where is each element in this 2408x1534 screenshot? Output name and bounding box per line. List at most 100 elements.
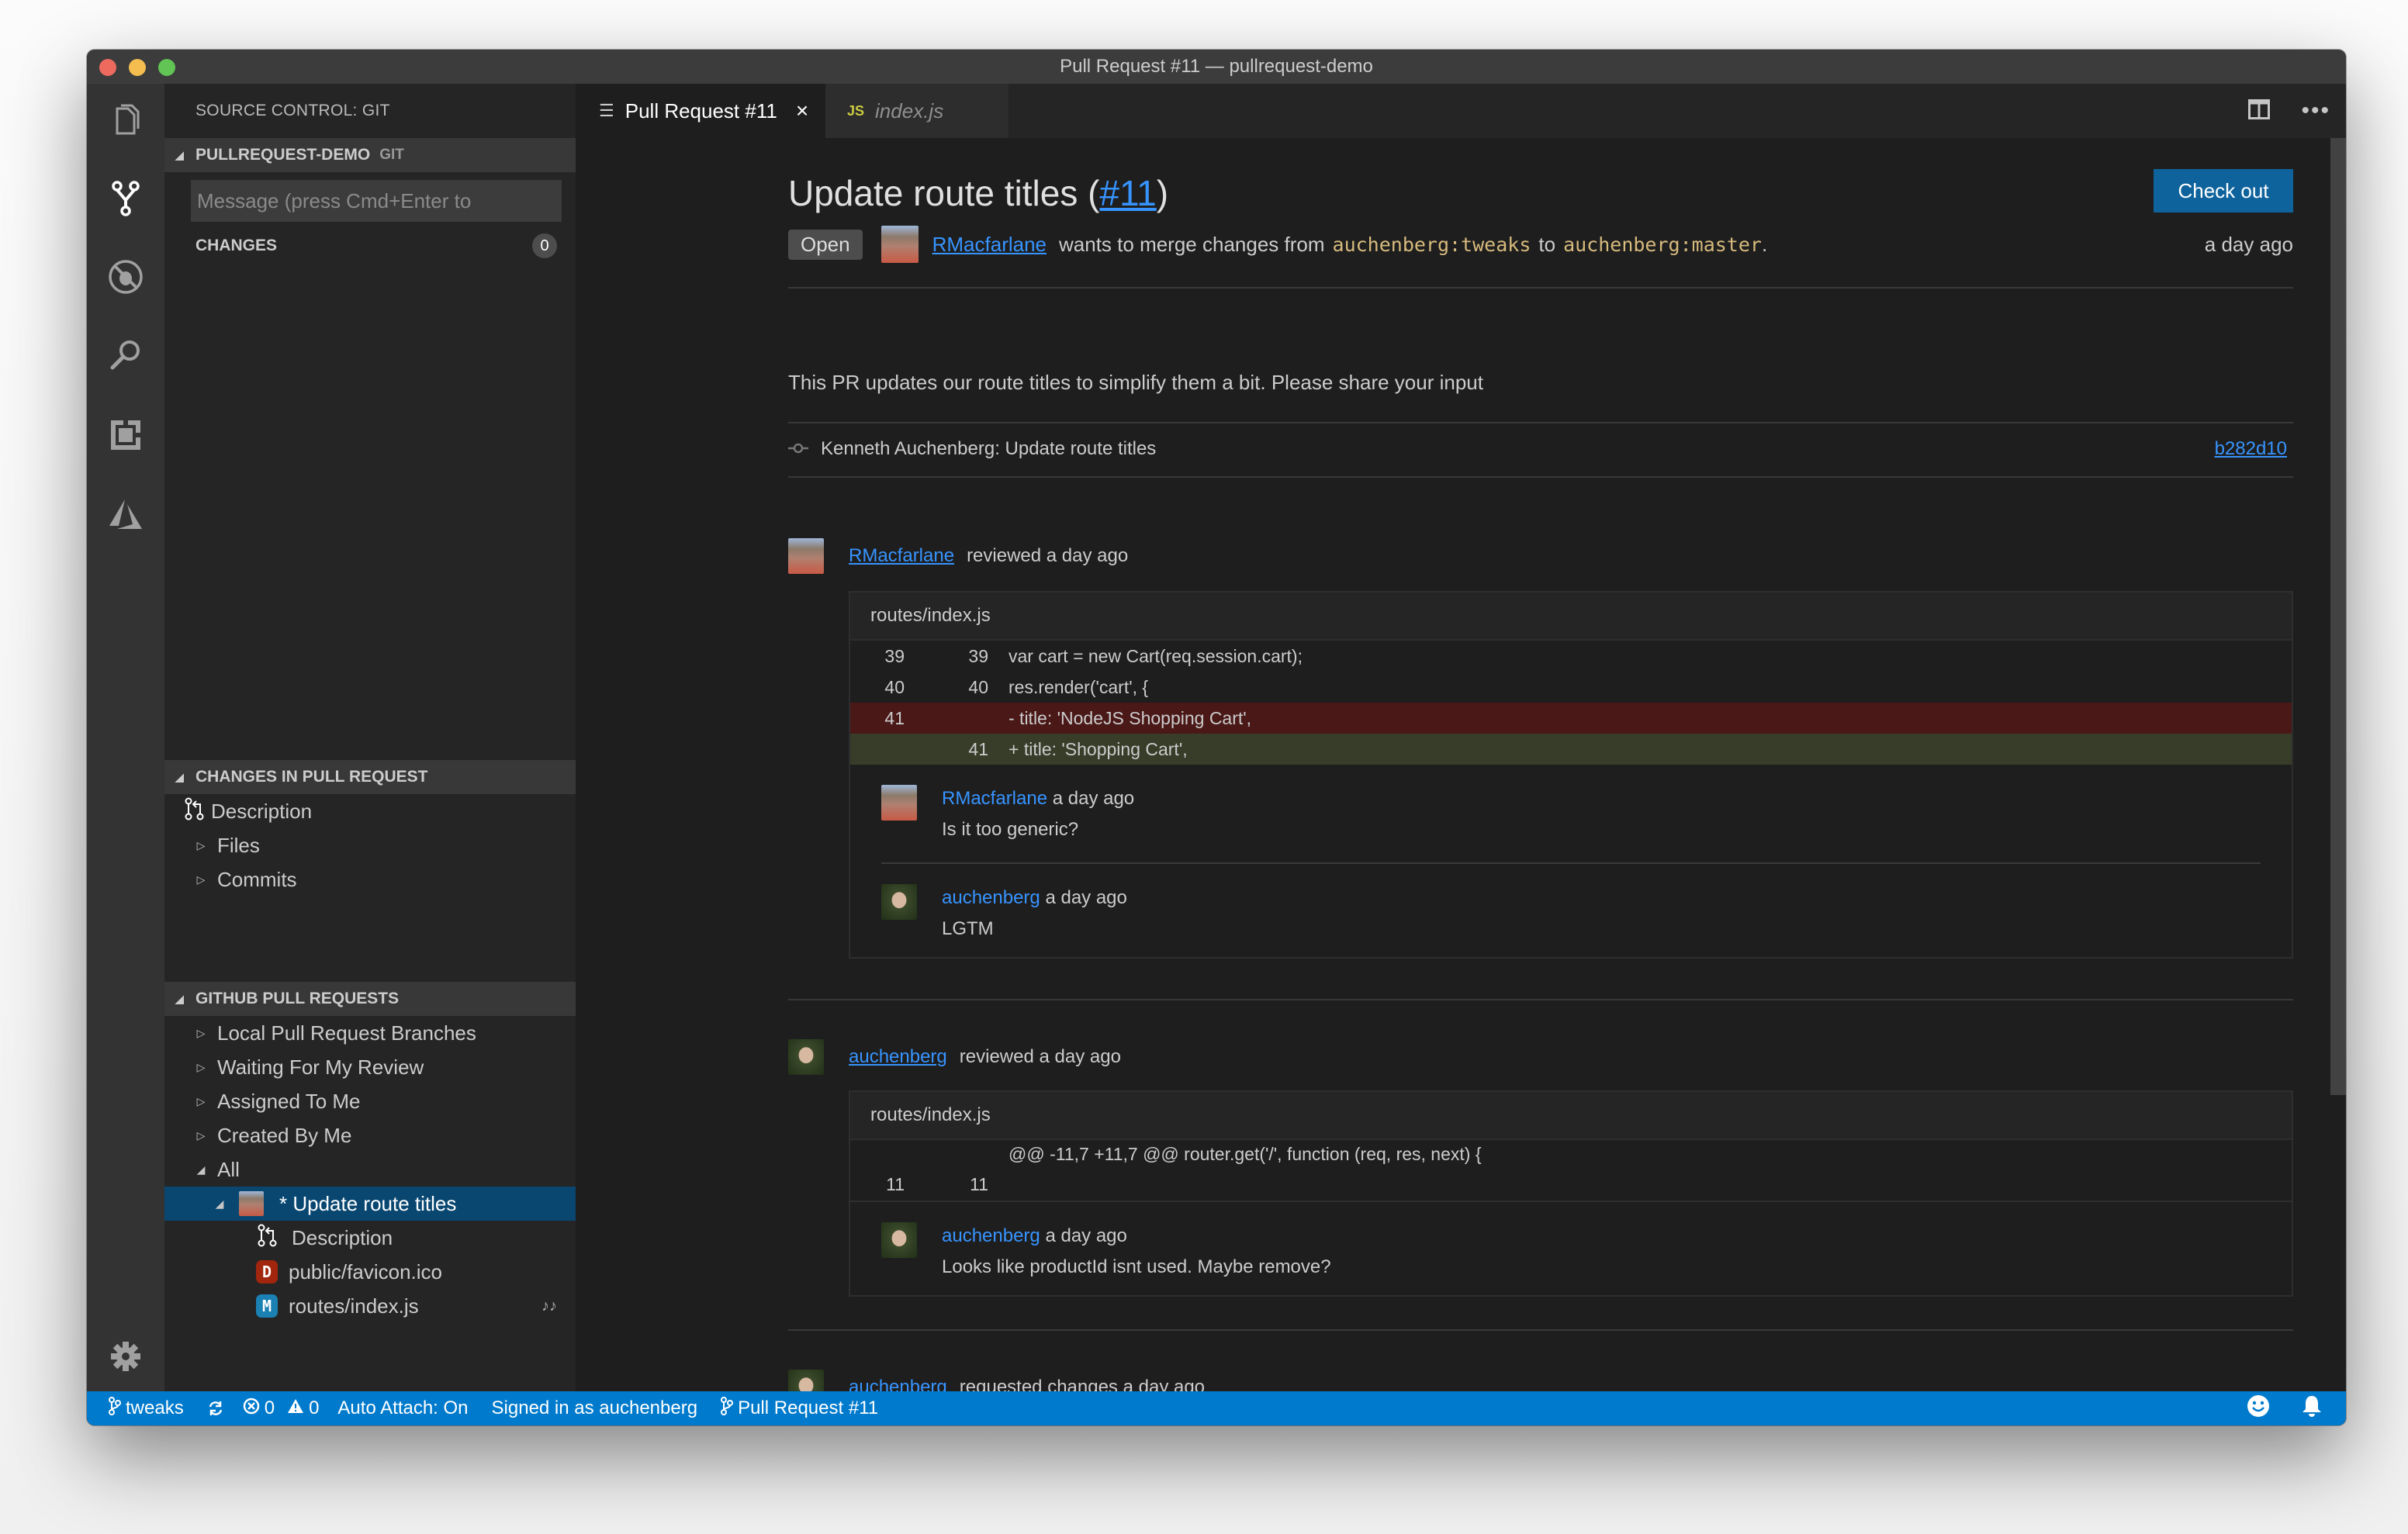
- divider: [788, 999, 2293, 1000]
- pr-description: This PR updates our route titles to simp…: [788, 371, 1483, 394]
- comment-text: Is it too generic?: [942, 819, 1079, 840]
- pr-child-file-favicon[interactable]: D public/favicon.ico: [164, 1255, 576, 1289]
- pr-child-description[interactable]: Description: [164, 1221, 576, 1255]
- problems-status[interactable]: 0 0: [243, 1398, 319, 1420]
- diff-line-added: 41 + title: 'Shopping Cart',: [850, 734, 2292, 765]
- pr-files-item[interactable]: ▷ Files: [164, 828, 576, 862]
- category-waiting-review[interactable]: ▷ Waiting For My Review: [164, 1050, 576, 1084]
- close-tab-icon[interactable]: ×: [796, 98, 808, 123]
- commenter-link[interactable]: auchenberg: [942, 1225, 1040, 1246]
- code-text: + title: 'Shopping Cart',: [1009, 738, 1188, 759]
- tab-index-js[interactable]: JS index.js: [825, 84, 1009, 138]
- branch-name: tweaks: [126, 1398, 184, 1418]
- debug-icon[interactable]: [106, 257, 145, 296]
- notifications-bell-icon[interactable]: [2301, 1394, 2323, 1423]
- pull-request-icon: [258, 1224, 292, 1252]
- pull-request-icon: [185, 797, 211, 826]
- branch-status[interactable]: tweaks: [109, 1396, 184, 1421]
- old-line-number: 11: [886, 1173, 905, 1194]
- search-icon[interactable]: [106, 337, 145, 375]
- more-actions-icon[interactable]: •••: [2301, 98, 2330, 124]
- azure-icon[interactable]: [106, 495, 145, 534]
- pr-number-link[interactable]: #11: [1099, 173, 1156, 213]
- review-comment: auchenberg a day ago Looks like productI…: [850, 1202, 2292, 1295]
- pr-description-item[interactable]: Description: [164, 794, 576, 828]
- commenter-link[interactable]: RMacfarlane: [942, 788, 1047, 809]
- reviewer-link[interactable]: auchenberg: [849, 1377, 947, 1391]
- checkout-button[interactable]: Check out: [2154, 169, 2293, 212]
- repo-section-header[interactable]: ◢ PULLREQUEST-DEMO GIT: [164, 138, 576, 172]
- changes-group[interactable]: CHANGES 0: [164, 226, 576, 265]
- tab-pull-request-11[interactable]: ☰ Pull Request #11 ×: [576, 84, 847, 138]
- changes-in-pr-header[interactable]: ◢ CHANGES IN PULL REQUEST: [164, 760, 576, 794]
- feedback-smiley-icon[interactable]: [2247, 1394, 2270, 1423]
- comment-text: LGTM: [942, 918, 994, 939]
- signed-in-status[interactable]: Signed in as auchenberg: [492, 1398, 698, 1419]
- author-avatar: [239, 1191, 264, 1216]
- tree-item-label: Description: [211, 799, 313, 823]
- new-line-number: 41: [968, 738, 988, 759]
- title-bar: Pull Request #11 — pullrequest-demo: [87, 50, 2346, 84]
- extensions-icon[interactable]: [106, 416, 145, 454]
- tree-item-label: Description: [292, 1225, 393, 1249]
- head-branch: auchenberg:tweaks: [1332, 233, 1531, 256]
- category-local-branches[interactable]: ▷ Local Pull Request Branches: [164, 1016, 576, 1050]
- chevron-right-icon: ▷: [196, 1060, 206, 1073]
- gear-icon[interactable]: [106, 1337, 145, 1376]
- category-created-by-me[interactable]: ▷ Created By Me: [164, 1118, 576, 1152]
- diff-line-deleted: 41 - title: 'NodeJS Shopping Cart',: [850, 703, 2292, 734]
- auto-attach-status[interactable]: Auto Attach: On: [337, 1398, 468, 1419]
- explorer-icon[interactable]: [106, 101, 145, 140]
- diff-lines: 39 39 var cart = new Cart(req.session.ca…: [850, 641, 2292, 765]
- diff-line: 39 39 var cart = new Cart(req.session.ca…: [850, 641, 2292, 672]
- vertical-scrollbar[interactable]: [2330, 138, 2346, 1095]
- close-window-button[interactable]: [99, 59, 116, 76]
- minimize-window-button[interactable]: [129, 59, 146, 76]
- pr-meta: Open RMacfarlane wants to merge changes …: [788, 225, 2293, 264]
- comment-time: a day ago: [1045, 1225, 1127, 1246]
- pr-status-badge: Open: [788, 229, 863, 260]
- maximize-window-button[interactable]: [158, 59, 175, 76]
- chevron-right-icon: ▷: [196, 872, 206, 886]
- tree-item-label: All: [217, 1157, 240, 1181]
- section-title: CHANGES IN PULL REQUEST: [195, 768, 428, 786]
- github-prs-header[interactable]: ◢ GITHUB PULL REQUESTS: [164, 982, 576, 1016]
- pr-title-close: ): [1156, 173, 1169, 213]
- pr-commits-item[interactable]: ▷ Commits: [164, 862, 576, 897]
- tree-item-label: Local Pull Request Branches: [217, 1021, 476, 1045]
- split-editor-icon[interactable]: [2248, 98, 2271, 123]
- comment-time: a day ago: [1045, 887, 1127, 908]
- tree-item-label: Files: [217, 833, 260, 857]
- category-all[interactable]: ◢ All: [164, 1152, 576, 1187]
- author-link[interactable]: RMacfarlane: [932, 233, 1047, 257]
- divider: [788, 1329, 2293, 1331]
- reviewer-link[interactable]: RMacfarlane: [849, 545, 954, 567]
- review-header: RMacfarlane reviewed a day ago: [788, 537, 1128, 575]
- reviewer-avatar: [788, 538, 824, 574]
- pr-status[interactable]: Pull Request #11: [721, 1396, 878, 1421]
- comment-time: a day ago: [1052, 788, 1135, 809]
- section-title: GITHUB PULL REQUESTS: [195, 990, 400, 1007]
- commit-sha-link[interactable]: b282d10: [2215, 438, 2287, 460]
- base-branch: auchenberg:master: [1563, 233, 1762, 256]
- github-pull-requests-panel: ◢ GITHUB PULL REQUESTS ▷ Local Pull Requ…: [164, 982, 576, 1323]
- category-assigned[interactable]: ▷ Assigned To Me: [164, 1084, 576, 1118]
- commenter-avatar: [881, 884, 917, 920]
- divider: [788, 476, 2293, 478]
- new-line-number: 39: [968, 645, 988, 666]
- commit-icon: [788, 438, 808, 460]
- commit-message-input[interactable]: Message (press Cmd+Enter to: [191, 180, 562, 222]
- pr-child-file-index-js[interactable]: M routes/index.js ♪♪: [164, 1289, 576, 1323]
- sync-icon[interactable]: [207, 1400, 224, 1417]
- source-control-sidebar: SOURCE CONTROL: GIT ◢ PULLREQUEST-DEMO G…: [164, 84, 576, 1391]
- divider: [788, 287, 2293, 288]
- reviewer-link[interactable]: auchenberg: [849, 1046, 947, 1068]
- vscode-window: Pull Request #11 — pullrequest-demo SOUR…: [87, 50, 2346, 1425]
- tab-label: index.js: [875, 98, 944, 123]
- editor-area: ☰ Pull Request #11 × JS index.js ••• Upd…: [576, 84, 2346, 1391]
- commenter-link[interactable]: auchenberg: [942, 887, 1040, 908]
- git-branch-icon: [109, 1396, 121, 1421]
- modified-status-icon: M: [256, 1294, 278, 1318]
- source-control-icon[interactable]: [106, 178, 145, 217]
- pr-item-update-route-titles[interactable]: ◢ * Update route titles: [164, 1187, 576, 1221]
